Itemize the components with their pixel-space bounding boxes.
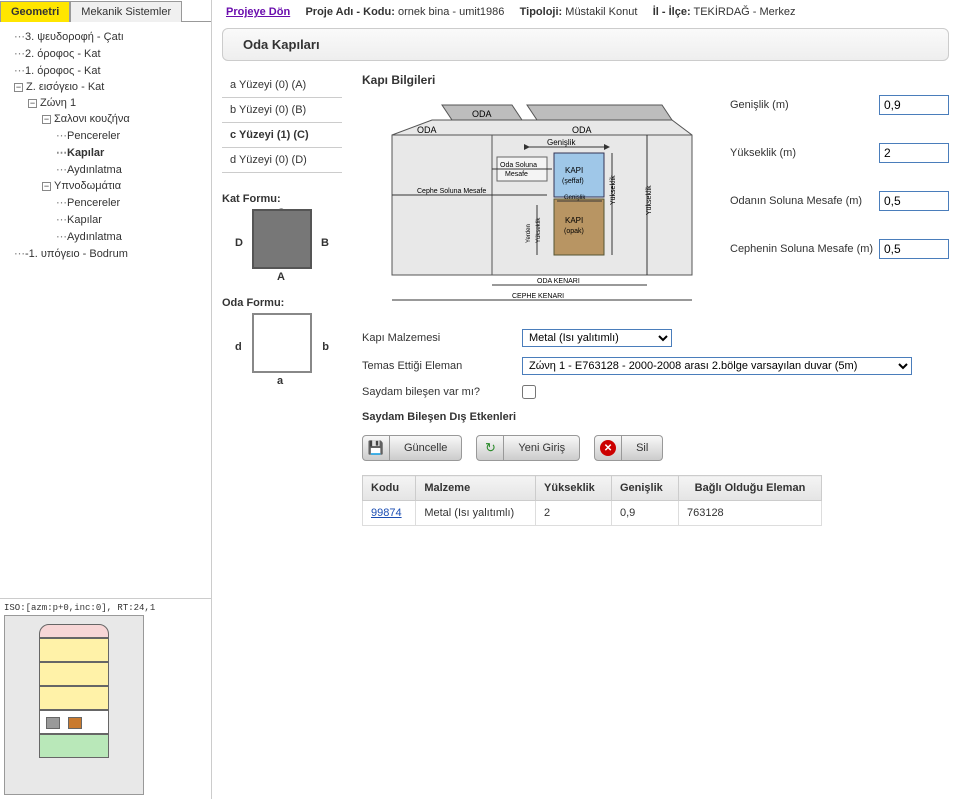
svg-text:Genişlik: Genişlik: [564, 195, 586, 201]
il-value: TEKİRDAĞ - Merkez: [693, 6, 795, 18]
tree-floor-2[interactable]: ⋯2. όροφος - Kat: [4, 45, 207, 62]
tree-floor-0[interactable]: −Ζ. εισόγειο - Kat: [4, 79, 207, 95]
collapse-icon[interactable]: −: [14, 83, 23, 92]
svg-text:Yükseklik: Yükseklik: [610, 175, 617, 205]
door-diagram: ODA ODA ODA Genişlik Oda Soluna: [362, 95, 712, 315]
tree-kapilar[interactable]: ⋯Kapılar: [4, 144, 207, 161]
th-malzeme: Malzeme: [416, 476, 536, 501]
tipoloji-value: Müstakil Konut: [565, 6, 637, 18]
row-yuk: 2: [536, 501, 612, 526]
svg-text:Genişlik: Genişlik: [547, 138, 576, 147]
tree-pencereler-2[interactable]: ⋯Pencereler: [4, 194, 207, 211]
kat-formu-title: Kat Formu:: [222, 193, 342, 205]
surface-c[interactable]: c Yüzeyi (1) (C): [222, 123, 342, 148]
topbar: Projeye Dön Proje Adı - Kodu: ornek bina…: [222, 0, 949, 24]
collapse-icon[interactable]: −: [42, 182, 51, 191]
row-bagli: 763128: [678, 501, 821, 526]
th-yuk: Yükseklik: [536, 476, 612, 501]
nav-tree: ⋯3. ψευδοροφή - Çatı ⋯2. όροφος - Kat ⋯1…: [0, 22, 211, 268]
diag-oda-1: ODA: [472, 109, 492, 119]
svg-text:Mesafe: Mesafe: [505, 171, 528, 178]
back-link[interactable]: Projeye Dön: [226, 6, 290, 18]
svg-text:ODA: ODA: [417, 125, 437, 135]
svg-text:Yerden: Yerden: [526, 224, 532, 243]
temas-label: Temas Ettiği Eleman: [362, 360, 502, 372]
surface-b[interactable]: b Yüzeyi (0) (B): [222, 98, 342, 123]
save-icon[interactable]: 💾: [362, 435, 390, 461]
yeni-button[interactable]: Yeni Giriş: [504, 435, 580, 461]
tree-floor-3[interactable]: ⋯3. ψευδοροφή - Çatı: [4, 28, 207, 45]
table-row[interactable]: 99874 Metal (Isı yalıtımlı) 2 0,9 763128: [363, 501, 822, 526]
oda-formu-title: Oda Formu:: [222, 297, 342, 309]
row-gen: 0,9: [611, 501, 678, 526]
svg-text:CEPHE KENARI: CEPHE KENARI: [512, 293, 564, 300]
temas-select[interactable]: Ζώνη 1 - E763128 - 2000-2008 arası 2.böl…: [522, 357, 912, 375]
collapse-icon[interactable]: −: [28, 99, 37, 108]
collapse-icon[interactable]: −: [42, 115, 51, 124]
genislik-input[interactable]: [879, 95, 949, 115]
shape-d2: d: [235, 341, 242, 353]
tree-room-1[interactable]: −Σαλονι κουζήνα: [4, 111, 207, 127]
th-bagli: Bağlı Olduğu Eleman: [678, 476, 821, 501]
genislik-label: Genişlik (m): [730, 99, 789, 111]
surface-a[interactable]: a Yüzeyi (0) (A): [222, 73, 342, 98]
shape-b: B: [321, 237, 329, 249]
cephesol-input[interactable]: [879, 239, 949, 259]
th-kodu: Kodu: [363, 476, 416, 501]
svg-text:Cephe Soluna Mesafe: Cephe Soluna Mesafe: [417, 188, 486, 195]
yukseklik-label: Yükseklik (m): [730, 147, 796, 159]
svg-text:KAPI: KAPI: [565, 166, 583, 175]
tree-aydinlatma[interactable]: ⋯Aydınlatma: [4, 161, 207, 178]
tab-mekanik[interactable]: Mekanik Sistemler: [70, 1, 182, 22]
saydam-checkbox[interactable]: [522, 385, 536, 399]
kat-shape: [252, 209, 312, 269]
form-heading: Kapı Bilgileri: [362, 73, 949, 87]
malzeme-select[interactable]: Metal (Isı yalıtımlı): [522, 329, 672, 347]
shape-b2: b: [322, 341, 329, 353]
tree-room-2[interactable]: −Υπνοδωμάτια: [4, 178, 207, 194]
shape-a2: a: [277, 375, 283, 387]
svg-text:Oda Soluna: Oda Soluna: [500, 162, 537, 169]
preview-meta: ISO:[azm:p+0,inc:0], RT:24,1: [4, 603, 207, 613]
subheading: Saydam Bileşen Dış Etkenleri: [362, 411, 949, 423]
tab-geometri[interactable]: Geometri: [0, 1, 70, 22]
tree-floor-m1[interactable]: ⋯-1. υπόγειο - Bodrum: [4, 245, 207, 262]
tree-aydinlatma-2[interactable]: ⋯Aydınlatma: [4, 228, 207, 245]
refresh-icon[interactable]: ↻: [476, 435, 504, 461]
building-preview: ISO:[azm:p+0,inc:0], RT:24,1: [0, 598, 211, 799]
shape-d: D: [235, 237, 243, 249]
cephesol-label: Cephenin Soluna Mesafe (m): [730, 243, 873, 255]
svg-text:ODA KENARI: ODA KENARI: [537, 278, 580, 285]
odasol-label: Odanın Soluna Mesafe (m): [730, 195, 862, 207]
saydam-label: Saydam bileşen var mı?: [362, 386, 502, 398]
proje-label: Proje Adı - Kodu:: [305, 6, 394, 18]
svg-text:(şeffaf): (şeffaf): [562, 178, 584, 185]
svg-text:ODA: ODA: [572, 125, 592, 135]
surface-d[interactable]: d Yüzeyi (0) (D): [222, 148, 342, 173]
svg-text:KAPI: KAPI: [565, 216, 583, 225]
malzeme-label: Kapı Malzemesi: [362, 332, 502, 344]
doors-table: Kodu Malzeme Yükseklik Genişlik Bağlı Ol…: [362, 475, 822, 526]
sil-button[interactable]: Sil: [622, 435, 663, 461]
svg-text:Yükseklik: Yükseklik: [646, 185, 653, 215]
proje-value: ornek bina - umit1986: [398, 6, 504, 18]
tree-floor-1[interactable]: ⋯1. όροφος - Kat: [4, 62, 207, 79]
row-malzeme: Metal (Isı yalıtımlı): [416, 501, 536, 526]
row-kodu-link[interactable]: 99874: [371, 507, 402, 519]
tree-zone-1[interactable]: −Ζώνη 1: [4, 95, 207, 111]
section-title: Oda Kapıları: [222, 28, 949, 61]
il-label: İl - İlçe:: [653, 6, 691, 18]
odasol-input[interactable]: [879, 191, 949, 211]
tree-pencereler[interactable]: ⋯Pencereler: [4, 127, 207, 144]
tree-kapilar-2[interactable]: ⋯Kapılar: [4, 211, 207, 228]
delete-icon[interactable]: [594, 435, 622, 461]
svg-text:Yükseklik: Yükseklik: [536, 217, 542, 243]
th-gen: Genişlik: [611, 476, 678, 501]
svg-text:(opak): (opak): [564, 228, 584, 235]
guncelle-button[interactable]: Güncelle: [390, 435, 462, 461]
shape-a: A: [277, 271, 285, 283]
yukseklik-input[interactable]: [879, 143, 949, 163]
oda-shape: [252, 313, 312, 373]
tipoloji-label: Tipoloji:: [520, 6, 563, 18]
